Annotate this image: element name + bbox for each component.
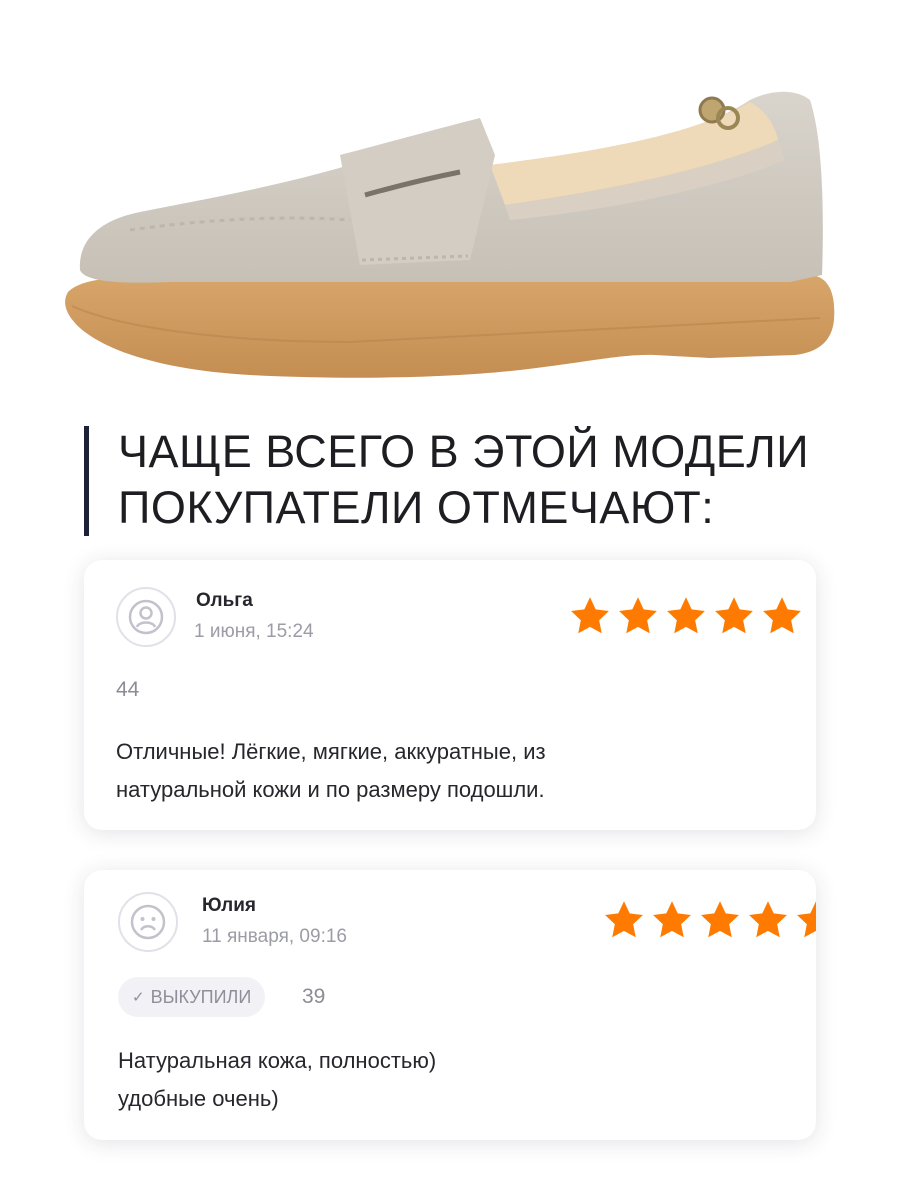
reviewer-name: Юлия <box>202 895 256 916</box>
review-text: Отличные! Лёгкие, мягкие, аккуратные, из… <box>116 733 756 809</box>
star-icon <box>619 597 657 634</box>
section-heading: ЧАЩЕ ВСЕГО В ЭТОЙ МОДЕЛИ ПОКУПАТЕЛИ ОТМЕ… <box>118 424 809 536</box>
rating-stars <box>602 898 816 942</box>
review-text-line: удобные очень) <box>118 1086 279 1111</box>
heading-line-1: ЧАЩЕ ВСЕГО В ЭТОЙ МОДЕЛИ <box>118 426 810 477</box>
likes-count[interactable]: 39 <box>302 985 325 1009</box>
review-text-line: Натуральная кожа, полностью) <box>118 1048 437 1073</box>
review-text: Натуральная кожа, полностью) удобные оче… <box>118 1042 758 1118</box>
star-icon <box>605 901 643 938</box>
purchased-badge: ✓ ВЫКУПИЛИ <box>118 977 266 1017</box>
star-icon <box>701 901 739 938</box>
heading-line-2: ПОКУПАТЕЛИ ОТМЕЧАЮТ: <box>118 482 715 533</box>
check-icon: ✓ <box>132 989 145 1006</box>
review-text-line: натуральной кожи и по размеру подошли. <box>116 777 545 802</box>
heading-accent-bar <box>84 426 89 536</box>
badge-label: ВЫКУПИЛИ <box>150 986 252 1007</box>
review-text-line: Отличные! Лёгкие, мягкие, аккуратные, из <box>116 739 546 764</box>
star-icon <box>763 597 801 634</box>
likes-count[interactable]: 44 <box>116 678 139 702</box>
star-icon <box>797 901 816 938</box>
review-card: Юлия 11 января, 09:16 ✓ ВЫКУПИЛИ 39 Нату… <box>84 870 816 1140</box>
star-icon <box>749 901 787 938</box>
reviewer-name: Ольга <box>196 590 253 611</box>
star-icon <box>715 597 753 634</box>
product-photo-loafer <box>65 91 835 378</box>
star-icon <box>571 597 609 634</box>
star-icon <box>667 597 705 634</box>
review-date: 1 июня, 15:24 <box>194 621 314 642</box>
star-icon <box>653 901 691 938</box>
sad-face-avatar-icon <box>118 892 178 952</box>
user-avatar-icon <box>116 587 176 647</box>
review-date: 11 января, 09:16 <box>202 926 347 947</box>
rating-stars <box>568 594 804 638</box>
review-card: Ольга 1 июня, 15:24 44 Отличные! Лёгкие,… <box>84 560 816 830</box>
